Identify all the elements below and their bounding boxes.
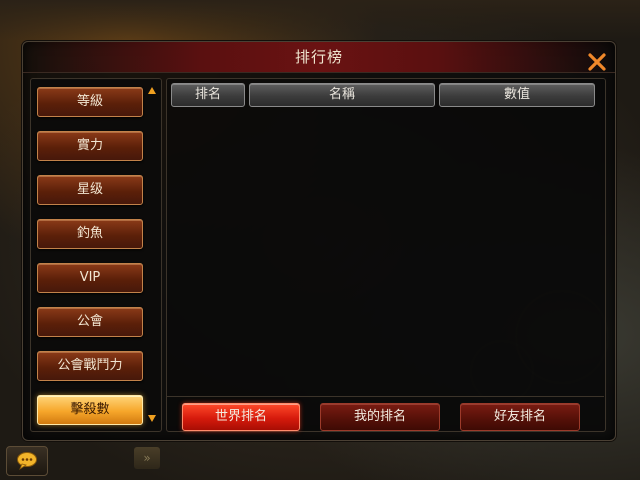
scroll-up-button[interactable] bbox=[147, 81, 157, 94]
close-button[interactable] bbox=[586, 51, 608, 73]
ranking-panel: 排名 名稱 數值 bbox=[166, 78, 606, 432]
tab-my-ranking[interactable]: 我的排名 bbox=[320, 403, 440, 431]
tab-friend-ranking[interactable]: 好友排名 bbox=[460, 403, 580, 431]
category-level[interactable]: 等級 bbox=[37, 87, 143, 117]
triangle-down-icon bbox=[148, 415, 156, 422]
background-top-shade bbox=[0, 0, 640, 40]
column-header-value: 數值 bbox=[439, 83, 595, 107]
ranking-tab-bar: 世界排名 我的排名 好友排名 bbox=[166, 396, 604, 431]
fast-forward-icon: » bbox=[134, 447, 160, 469]
category-vip[interactable]: VIP bbox=[37, 263, 143, 293]
leaderboard-window: 排行榜 等級 實力 星级 釣魚 VIP 公會 公會戰鬥力 擊殺數 排名 名稱 數… bbox=[22, 41, 616, 441]
close-icon bbox=[588, 53, 606, 71]
triangle-up-icon bbox=[148, 87, 156, 94]
chat-bubble-icon bbox=[17, 452, 37, 471]
category-power[interactable]: 實力 bbox=[37, 131, 143, 161]
category-sidebar: 等級 實力 星级 釣魚 VIP 公會 公會戰鬥力 擊殺數 bbox=[30, 78, 162, 432]
category-kills[interactable]: 擊殺數 bbox=[37, 395, 143, 425]
column-header-rank: 排名 bbox=[171, 83, 245, 107]
tab-world-ranking[interactable]: 世界排名 bbox=[182, 403, 300, 431]
chat-button[interactable] bbox=[6, 446, 48, 476]
column-header-name: 名稱 bbox=[249, 83, 435, 107]
scroll-down-button[interactable] bbox=[147, 408, 157, 422]
category-guild[interactable]: 公會 bbox=[37, 307, 143, 337]
category-guild-battle-power[interactable]: 公會戰鬥力 bbox=[37, 351, 143, 381]
category-stars[interactable]: 星级 bbox=[37, 175, 143, 205]
ranking-table-body bbox=[171, 111, 601, 429]
window-title: 排行榜 bbox=[294, 48, 343, 66]
category-fishing[interactable]: 釣魚 bbox=[37, 219, 143, 249]
